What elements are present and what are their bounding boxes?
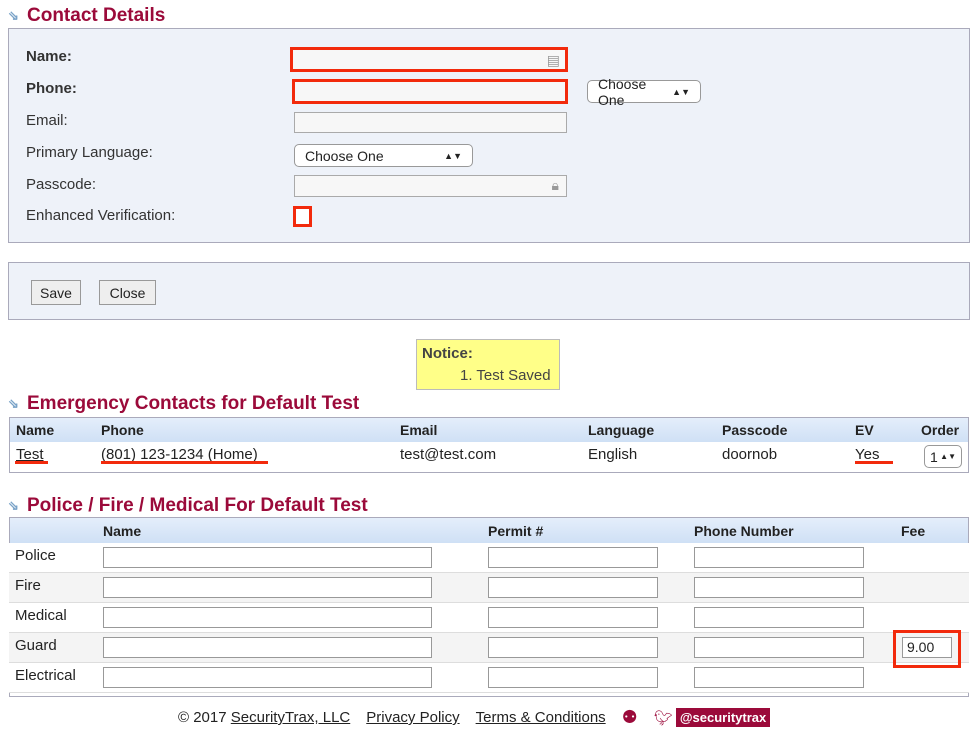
pfm-heading: ⇘ Police / Fire / Medical For Default Tes… bbox=[8, 495, 368, 516]
agency-name-input[interactable] bbox=[103, 547, 432, 568]
emergency-table: Name Phone Email Language Passcode EV Or… bbox=[9, 417, 969, 473]
name-input[interactable]: ▤ bbox=[290, 47, 568, 72]
permit-input[interactable] bbox=[488, 667, 658, 688]
language-select[interactable]: Choose One ▲▼ bbox=[294, 144, 473, 167]
agency-name-input[interactable] bbox=[103, 637, 432, 658]
table-row: Fire bbox=[9, 573, 969, 603]
select-arrows-icon: ▲▼ bbox=[444, 150, 462, 161]
passcode-input[interactable]: 🔒︎ bbox=[294, 175, 567, 197]
col-permit: Permit # bbox=[488, 523, 544, 539]
col-language: Language bbox=[588, 422, 655, 438]
phone-number-input[interactable] bbox=[694, 547, 864, 568]
agency-name-input[interactable] bbox=[103, 667, 432, 688]
privacy-link[interactable]: Privacy Policy bbox=[366, 709, 459, 726]
col-name: Name bbox=[16, 422, 55, 438]
emergency-heading: ⇘ Emergency Contacts for Default Test bbox=[8, 393, 360, 414]
col-fee: Fee bbox=[901, 523, 926, 539]
notice-title: Notice: bbox=[422, 345, 473, 362]
phone-number-input[interactable] bbox=[694, 667, 864, 688]
col-passcode: Passcode bbox=[722, 422, 788, 438]
contact-details-heading: ⇘ Contact Details bbox=[8, 5, 166, 26]
col-phone: Phone bbox=[101, 422, 144, 438]
email-label: Email: bbox=[26, 112, 68, 129]
highlight-underline bbox=[855, 461, 893, 464]
ev-checkbox[interactable] bbox=[293, 206, 312, 227]
col-ev: EV bbox=[855, 422, 874, 438]
save-button[interactable]: Save bbox=[31, 280, 81, 305]
twitter-link[interactable]: 🐦︎ @securitytrax bbox=[653, 708, 771, 727]
table-row: Police bbox=[9, 543, 969, 573]
collapse-arrow-icon[interactable]: ⇘ bbox=[8, 397, 22, 411]
footer: © 2017 SecurityTrax, LLC Privacy Policy … bbox=[178, 707, 771, 728]
passcode-label: Passcode: bbox=[26, 176, 97, 193]
securitytrax-logo-icon[interactable]: ⚉ bbox=[622, 707, 638, 728]
table-header: Name Permit # Phone Number Fee bbox=[10, 518, 968, 543]
collapse-arrow-icon[interactable]: ⇘ bbox=[8, 9, 22, 23]
table-row: Electrical bbox=[9, 663, 969, 693]
row-label: Police bbox=[15, 547, 56, 564]
contact-card-icon[interactable]: ▤ bbox=[547, 52, 560, 69]
terms-link[interactable]: Terms & Conditions bbox=[476, 709, 606, 726]
company-link[interactable]: SecurityTrax, LLC bbox=[231, 709, 350, 726]
col-email: Email bbox=[400, 422, 438, 438]
permit-input[interactable] bbox=[488, 607, 658, 628]
ev-label: Enhanced Verification: bbox=[26, 207, 176, 224]
phone-number-input[interactable] bbox=[694, 577, 864, 598]
permit-input[interactable] bbox=[488, 637, 658, 658]
order-select[interactable]: 1 ▲▼ bbox=[924, 445, 962, 468]
phone-input[interactable] bbox=[292, 79, 568, 104]
table-row: Guard 9.00 bbox=[9, 633, 969, 663]
email-input[interactable] bbox=[294, 112, 567, 133]
phone-number-input[interactable] bbox=[694, 637, 864, 658]
permit-input[interactable] bbox=[488, 577, 658, 598]
row-label: Fire bbox=[15, 577, 41, 594]
notice-item: 1. Test Saved bbox=[460, 367, 551, 384]
contact-language: English bbox=[588, 446, 638, 463]
table-row: Medical bbox=[9, 603, 969, 633]
row-label: Guard bbox=[15, 637, 57, 654]
twitter-icon: 🐦︎ bbox=[653, 709, 673, 727]
copyright: © 2017 SecurityTrax, LLC bbox=[178, 709, 351, 726]
phone-number-input[interactable] bbox=[694, 607, 864, 628]
col-phone-number: Phone Number bbox=[694, 523, 794, 539]
col-name: Name bbox=[103, 523, 142, 539]
highlight-underline bbox=[101, 461, 268, 464]
name-label: Name: bbox=[26, 48, 72, 65]
fee-highlight bbox=[893, 630, 961, 668]
contact-passcode: doornob bbox=[722, 446, 778, 463]
select-arrows-icon: ▲▼ bbox=[672, 86, 690, 97]
lock-icon[interactable]: 🔒︎ bbox=[552, 177, 559, 194]
phone-label: Phone: bbox=[26, 80, 77, 97]
table-header: Name Phone Email Language Passcode EV Or… bbox=[10, 418, 968, 442]
permit-input[interactable] bbox=[488, 547, 658, 568]
col-order: Order bbox=[921, 422, 960, 438]
collapse-arrow-icon[interactable]: ⇘ bbox=[8, 499, 22, 513]
language-label: Primary Language: bbox=[26, 144, 153, 161]
phone-type-select[interactable]: Choose One ▲▼ bbox=[587, 76, 701, 108]
select-arrows-icon: ▲▼ bbox=[940, 452, 956, 461]
contact-email: test@test.com bbox=[400, 446, 497, 463]
row-label: Electrical bbox=[15, 667, 76, 684]
agency-name-input[interactable] bbox=[103, 577, 432, 598]
agency-name-input[interactable] bbox=[103, 607, 432, 628]
close-button[interactable]: Close bbox=[99, 280, 156, 305]
notice-box: Notice: 1. Test Saved bbox=[416, 339, 560, 390]
row-label: Medical bbox=[15, 607, 67, 624]
highlight-underline bbox=[15, 461, 48, 464]
